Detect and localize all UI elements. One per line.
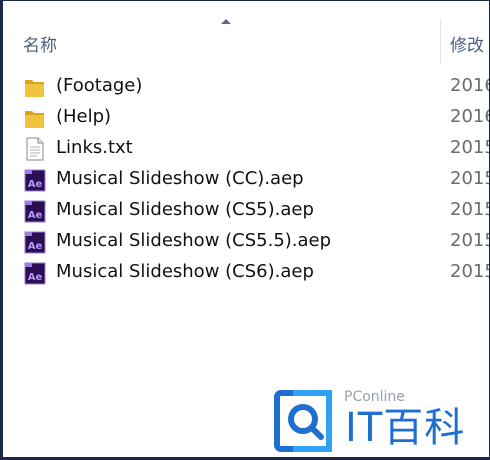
file-name: (Help) — [56, 106, 112, 127]
file-date: 2015 — [450, 137, 489, 158]
file-date: 2015 — [450, 230, 489, 251]
folder-icon — [24, 106, 46, 130]
list-item[interactable]: Ae Musical Slideshow (CS5).aep 2015 — [3, 196, 489, 227]
list-item[interactable]: (Footage) 2016 — [3, 72, 489, 103]
after-effects-file-icon: Ae — [24, 199, 46, 223]
watermark-site-name: PConline — [344, 389, 405, 405]
after-effects-file-icon: Ae — [24, 168, 46, 192]
svg-text:Ae: Ae — [28, 241, 43, 252]
list-item[interactable]: Links.txt 2015 — [3, 134, 489, 165]
column-divider[interactable] — [440, 19, 441, 64]
sort-ascending-icon — [221, 19, 231, 24]
svg-text:Ae: Ae — [28, 272, 43, 283]
column-header: 名称 修改 — [3, 19, 489, 64]
file-name: Links.txt — [56, 137, 133, 158]
toolbar-strip — [3, 1, 489, 20]
explorer-window: 名称 修改 (Footage) 2016 (Help) 2016 — [0, 0, 490, 460]
file-date: 2016 — [450, 75, 489, 96]
file-name: Musical Slideshow (CS5.5).aep — [56, 230, 332, 251]
svg-text:Ae: Ae — [28, 210, 43, 221]
column-header-date-modified[interactable]: 修改 — [450, 31, 484, 56]
file-name: Musical Slideshow (CC).aep — [56, 168, 304, 189]
folder-icon — [24, 75, 46, 99]
column-header-name[interactable]: 名称 — [23, 31, 57, 56]
text-file-icon — [24, 137, 46, 161]
file-date: 2015 — [450, 199, 489, 220]
list-item[interactable]: Ae Musical Slideshow (CS5.5).aep 2015 — [3, 227, 489, 258]
file-date: 2015 — [450, 261, 489, 282]
pconline-logo-icon — [274, 390, 332, 452]
list-item[interactable]: Ae Musical Slideshow (CC).aep 2015 — [3, 165, 489, 196]
pconline-watermark: PConline IT百科 — [271, 385, 471, 455]
file-date: 2015 — [450, 168, 489, 189]
list-item[interactable]: Ae Musical Slideshow (CS6).aep 2015 — [3, 258, 489, 289]
after-effects-file-icon: Ae — [24, 261, 46, 285]
after-effects-file-icon: Ae — [24, 230, 46, 254]
file-name: (Footage) — [56, 75, 143, 96]
file-name: Musical Slideshow (CS6).aep — [56, 261, 314, 282]
svg-text:Ae: Ae — [28, 179, 43, 190]
file-name: Musical Slideshow (CS5).aep — [56, 199, 314, 220]
file-date: 2016 — [450, 106, 489, 127]
watermark-brand: IT百科 — [345, 405, 466, 451]
list-item[interactable]: (Help) 2016 — [3, 103, 489, 134]
